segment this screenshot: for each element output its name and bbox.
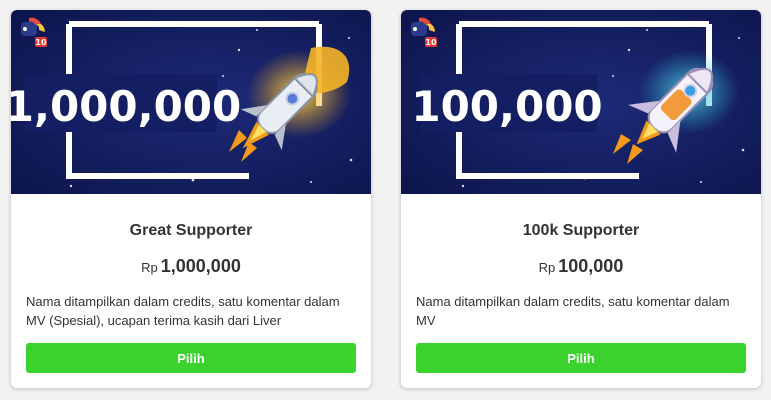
card-description: Nama ditampilkan dalam credits, satu kom… bbox=[26, 294, 340, 328]
card-price: Rp 100,000 bbox=[401, 256, 761, 277]
price-currency: Rp bbox=[538, 260, 556, 275]
select-button-great[interactable]: Pilih bbox=[26, 343, 356, 373]
card-banner-image: 1,000,000 10 bbox=[11, 10, 371, 194]
price-amount: 1,000,000 bbox=[160, 256, 241, 276]
banner-amount-text: 1,000,000 bbox=[11, 82, 241, 131]
logo-badge-text: 10 bbox=[35, 38, 47, 47]
card-title: 100k Supporter bbox=[522, 222, 640, 239]
card-price: Rp 1,000,000 bbox=[11, 256, 371, 277]
banner-amount-text: 100,000 bbox=[411, 82, 602, 131]
select-button-100k[interactable]: Pilih bbox=[416, 343, 746, 373]
price-amount: 100,000 bbox=[558, 256, 624, 276]
card-description: Nama ditampilkan dalam credits, satu kom… bbox=[416, 294, 730, 328]
supporter-card-great: 1,000,000 10 Great Supporter Rp 1,000,00… bbox=[11, 10, 371, 388]
supporter-card-100k: 100,000 10 100k Supporter Rp 100,000 Nam… bbox=[401, 10, 761, 388]
logo-badge-text: 10 bbox=[425, 38, 437, 47]
price-currency: Rp bbox=[141, 260, 158, 275]
card-title: Great Supporter bbox=[129, 222, 253, 239]
card-banner-image: 100,000 10 bbox=[401, 10, 761, 194]
